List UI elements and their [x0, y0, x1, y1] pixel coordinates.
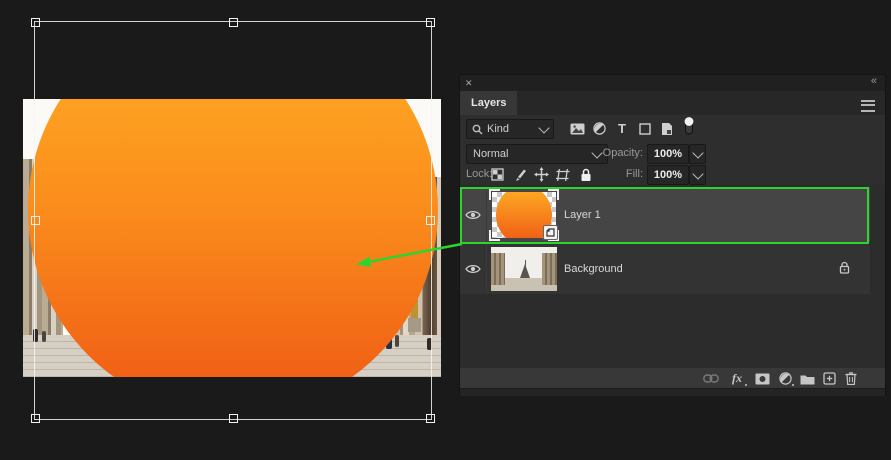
eye-icon — [465, 265, 481, 273]
adjustment-layer-icon[interactable] — [774, 368, 796, 389]
transform-handle-middle-left[interactable] — [31, 216, 40, 225]
blend-mode-value: Normal — [473, 148, 509, 160]
thumb-right-building — [542, 253, 557, 285]
delete-layer-icon[interactable] — [840, 368, 862, 389]
background-visibility-toggle[interactable] — [460, 244, 487, 294]
panel-tab-bar: Layers — [460, 91, 885, 115]
new-group-icon[interactable] — [796, 368, 818, 389]
layers-panel-footer: fx — [460, 367, 885, 389]
photoshop-workspace: ✕ « Layers Kind T Normal Opacity: 100% L… — [0, 0, 891, 460]
lock-artboard-icon[interactable] — [555, 166, 572, 183]
transform-handle-top-center[interactable] — [229, 18, 238, 27]
chevron-down-icon — [691, 167, 704, 180]
search-icon — [472, 124, 483, 134]
menu-dot — [792, 384, 794, 386]
opacity-value: 100% — [653, 148, 683, 160]
lock-all-icon[interactable] — [577, 166, 594, 183]
background-lock-icon — [839, 261, 850, 277]
pixel-layer-filter-icon[interactable] — [568, 120, 586, 137]
thumb-left-building — [491, 253, 505, 285]
transform-handle-bottom-right[interactable] — [426, 414, 435, 423]
chevron-down-icon — [538, 121, 550, 134]
transform-bounding-box[interactable] — [31, 18, 435, 423]
opacity-label: Opacity: — [602, 147, 643, 159]
filter-kind-dropdown[interactable]: Kind — [466, 119, 554, 139]
lock-position-icon[interactable] — [533, 166, 550, 183]
transform-handle-bottom-left[interactable] — [31, 414, 40, 423]
filter-kind-label: Kind — [487, 123, 510, 135]
blend-mode-row: Normal Opacity: 100% — [460, 142, 885, 164]
link-layers-icon[interactable] — [700, 368, 722, 389]
background-thumbnail[interactable] — [491, 247, 557, 291]
collapse-panel-icon[interactable]: « — [871, 75, 877, 87]
lock-row: Lock: Fill: 100% — [460, 164, 885, 185]
background-name[interactable]: Background — [564, 263, 623, 275]
fill-value-field[interactable]: 100% — [647, 165, 689, 185]
transform-handle-top-right[interactable] — [426, 18, 435, 27]
layer-mask-icon[interactable] — [751, 368, 773, 389]
menu-dot — [745, 384, 747, 386]
annotation-highlight-rectangle — [460, 187, 869, 244]
adjustment-layer-filter-icon[interactable] — [590, 120, 608, 137]
panel-menu-icon[interactable] — [861, 100, 875, 112]
opacity-dropdown-button[interactable] — [689, 144, 706, 164]
layer-effects-icon[interactable]: fx — [726, 368, 748, 389]
lock-image-icon[interactable] — [511, 166, 528, 183]
fill-label: Fill: — [625, 168, 643, 180]
transform-handle-bottom-center[interactable] — [229, 414, 238, 423]
chevron-down-icon — [691, 146, 704, 159]
smart-object-filter-icon[interactable] — [658, 120, 676, 137]
tab-layers[interactable]: Layers — [460, 91, 518, 115]
thumb-eiffel-mast — [524, 260, 526, 266]
panel-title-strip: ✕ « — [460, 75, 885, 91]
close-icon[interactable]: ✕ — [465, 77, 473, 89]
blend-mode-dropdown[interactable]: Normal — [466, 144, 608, 164]
transform-handle-top-left[interactable] — [31, 18, 40, 27]
layer-row-background[interactable]: Background — [460, 243, 870, 294]
tab-layers-label: Layers — [471, 97, 507, 109]
chevron-down-icon — [591, 146, 603, 159]
panel-bottom-edge — [460, 388, 885, 396]
fill-value: 100% — [653, 169, 683, 181]
filter-row: Kind T — [460, 115, 885, 142]
type-layer-filter-icon[interactable]: T — [613, 120, 631, 137]
transform-handle-middle-right[interactable] — [426, 216, 435, 225]
opacity-value-field[interactable]: 100% — [647, 144, 689, 164]
shape-layer-filter-icon[interactable] — [636, 120, 654, 137]
thumb-eiffel-tower — [520, 264, 530, 278]
new-layer-icon[interactable] — [818, 368, 840, 389]
filter-toggle-icon[interactable] — [680, 116, 698, 134]
fill-dropdown-button[interactable] — [689, 165, 706, 185]
lock-transparency-icon[interactable] — [489, 166, 506, 183]
